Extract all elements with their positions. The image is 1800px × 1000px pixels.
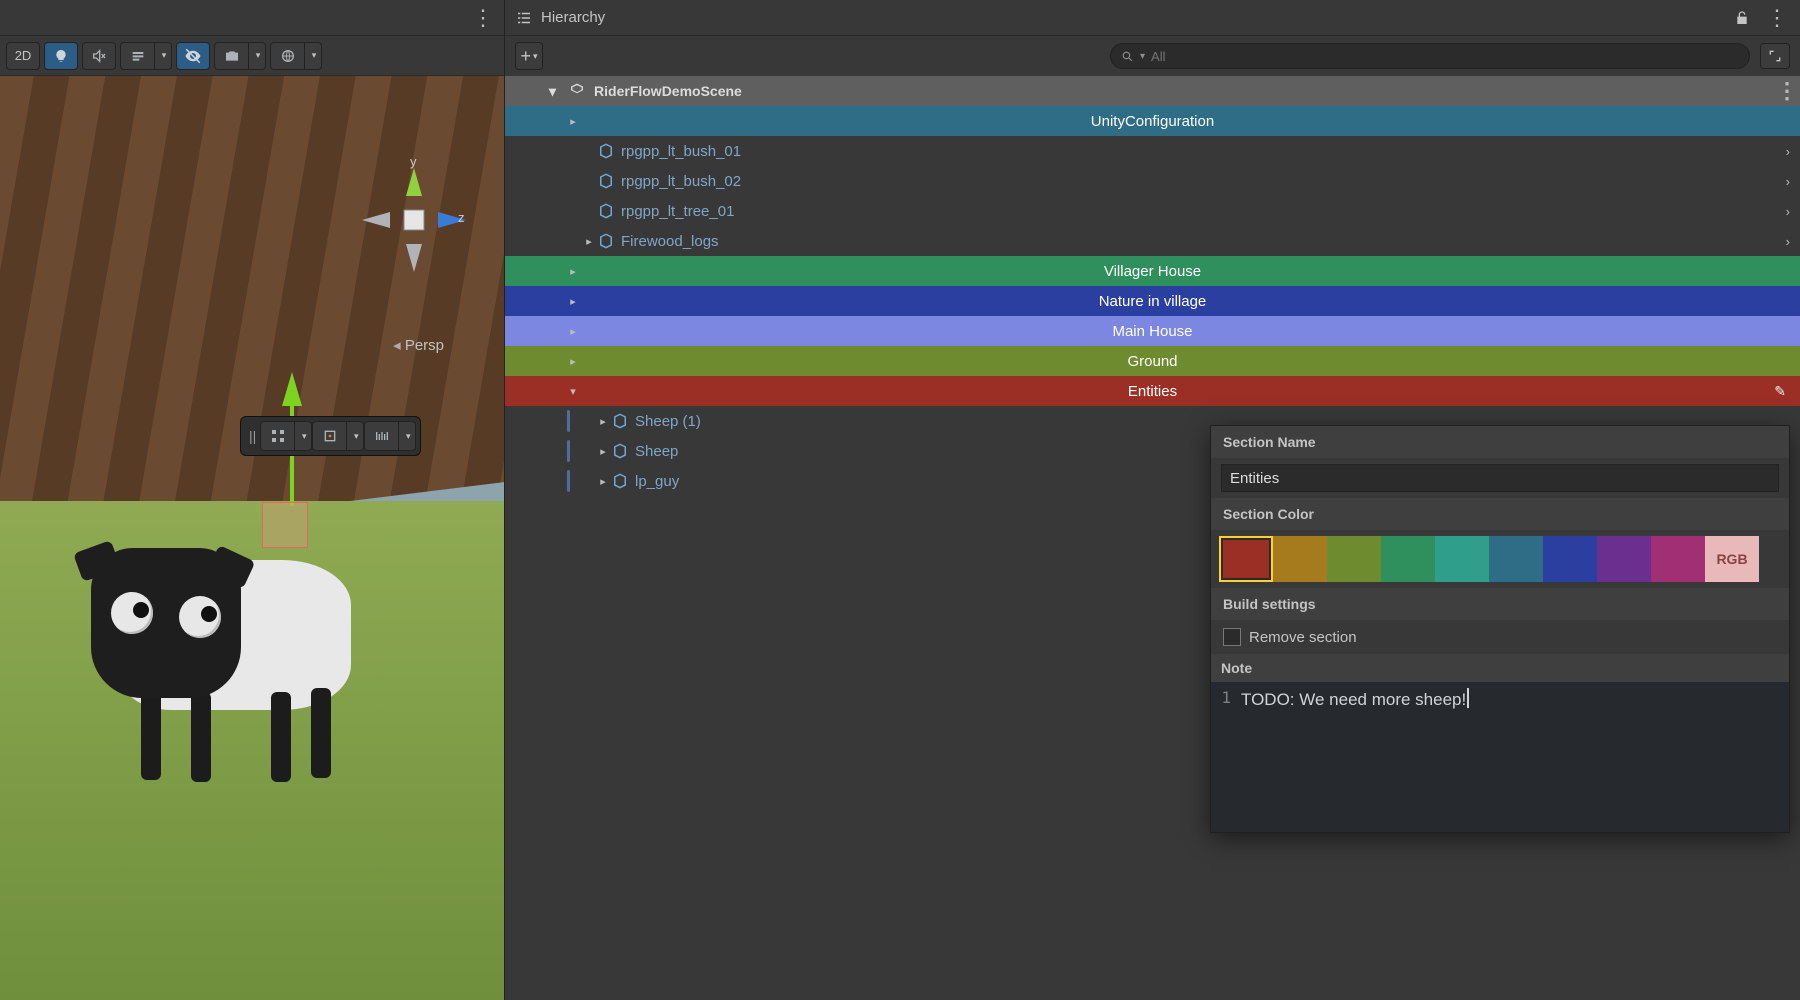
note-editor[interactable]: 1 TODO: We need more sheep! <box>1211 682 1789 832</box>
sheep-model <box>71 520 371 770</box>
globe-icon <box>280 48 296 64</box>
color-swatches: RGB <box>1211 530 1789 588</box>
color-swatch-rgb[interactable]: RGB <box>1705 536 1759 582</box>
section-villager-house[interactable]: ▸Villager House <box>505 256 1800 286</box>
chevron-right-icon[interactable]: › <box>1786 144 1790 159</box>
toggle-audio-button[interactable] <box>82 42 116 70</box>
axis-z-label: z <box>458 210 465 225</box>
item-label: Sheep <box>635 443 678 460</box>
item-label: rpgpp_lt_bush_01 <box>621 143 741 160</box>
note-line-number: 1 <box>1211 682 1237 832</box>
axis-y-label: y <box>410 154 417 169</box>
kebab-icon[interactable]: ⋮ <box>472 5 496 31</box>
remove-section-checkbox[interactable]: Remove section <box>1211 620 1789 654</box>
color-swatch[interactable] <box>1219 536 1273 582</box>
section-editor-popover: Section Name Section Color RGB Build set… <box>1210 425 1790 833</box>
expand-search-button[interactable] <box>1760 43 1790 69</box>
hierarchy-titlebar: Hierarchy ⋮ <box>505 0 1800 36</box>
hierarchy-item[interactable]: rpgpp_lt_bush_02 › <box>505 166 1800 196</box>
color-swatch[interactable] <box>1489 536 1543 582</box>
snap-dropdown[interactable] <box>346 421 364 451</box>
build-settings-label: Build settings <box>1211 588 1789 620</box>
remove-section-label: Remove section <box>1249 629 1357 646</box>
unity-icon <box>568 82 586 100</box>
color-swatch[interactable] <box>1327 536 1381 582</box>
item-label: Sheep (1) <box>635 413 701 430</box>
prefab-icon <box>597 142 615 160</box>
item-label: rpgpp_lt_bush_02 <box>621 173 741 190</box>
scene-view-pane: ⋮ 2D <box>0 0 505 1000</box>
orientation-gizmo[interactable]: y z <box>354 160 474 280</box>
grid-toggle-button[interactable] <box>260 421 294 451</box>
kebab-icon[interactable]: ⋮ <box>1766 5 1790 31</box>
chevron-right-icon[interactable]: › <box>1786 174 1790 189</box>
section-nature-in-village[interactable]: ▸Nature in village <box>505 286 1800 316</box>
hierarchy-icon <box>515 9 533 27</box>
scene-name: RiderFlowDemoScene <box>594 83 742 99</box>
toggle-2d-button[interactable]: 2D <box>6 42 40 70</box>
color-swatch[interactable] <box>1651 536 1705 582</box>
section-name-input[interactable] <box>1221 464 1779 492</box>
item-label: rpgpp_lt_tree_01 <box>621 203 734 220</box>
camera-icon <box>224 48 240 64</box>
scene-toolbar: 2D <box>0 36 504 76</box>
item-label: Firewood_logs <box>621 233 719 250</box>
section-entities[interactable]: ▾Entities✎ <box>505 376 1800 406</box>
color-swatch[interactable] <box>1273 536 1327 582</box>
prefab-icon <box>597 232 615 250</box>
camera-dropdown[interactable] <box>214 42 266 70</box>
fx-dropdown[interactable] <box>120 42 172 70</box>
prefab-icon <box>597 202 615 220</box>
audio-off-icon <box>91 48 107 64</box>
snap-toggle-button[interactable] <box>312 421 346 451</box>
section-color-label: Section Color <box>1211 498 1789 530</box>
grid-snap-toolbar: || <box>240 416 421 456</box>
section-name-label: Section Name <box>1211 426 1789 458</box>
eye-off-icon <box>184 47 202 65</box>
lightbulb-icon <box>53 48 69 64</box>
section-unityconfiguration[interactable]: ▸UnityConfiguration <box>505 106 1800 136</box>
prefab-icon <box>597 172 615 190</box>
toggle-visibility-button[interactable] <box>176 42 210 70</box>
item-label: lp_guy <box>635 473 679 490</box>
create-button[interactable]: +▾ <box>515 42 543 70</box>
hierarchy-item[interactable]: rpgpp_lt_bush_01 › <box>505 136 1800 166</box>
prefab-icon <box>611 472 629 490</box>
pencil-icon[interactable]: ✎ <box>1774 383 1786 400</box>
gizmos-dropdown[interactable] <box>270 42 322 70</box>
hierarchy-subbar: +▾ ▾ <box>505 36 1800 76</box>
section-ground[interactable]: ▸Ground <box>505 346 1800 376</box>
kebab-icon[interactable]: ⋮ <box>1776 78 1800 104</box>
increment-dropdown[interactable] <box>398 421 416 451</box>
scene-root-row[interactable]: ▾ RiderFlowDemoScene ⋮ <box>505 76 1800 106</box>
hierarchy-pane: Hierarchy ⋮ +▾ ▾ ▾ RiderFlowDemoScene <box>505 0 1800 1000</box>
color-swatch[interactable] <box>1435 536 1489 582</box>
hierarchy-item[interactable]: rpgpp_lt_tree_01 › <box>505 196 1800 226</box>
unlock-icon[interactable] <box>1734 10 1750 26</box>
color-swatch[interactable] <box>1597 536 1651 582</box>
search-input[interactable] <box>1151 49 1739 64</box>
toggle-lighting-button[interactable] <box>44 42 78 70</box>
prefab-icon <box>611 442 629 460</box>
chevron-right-icon[interactable]: › <box>1786 204 1790 219</box>
hierarchy-title: Hierarchy <box>541 9 605 26</box>
projection-label[interactable]: ◂ Persp <box>393 336 444 354</box>
prefab-icon <box>611 412 629 430</box>
note-text: TODO: We need more sheep! <box>1241 690 1466 709</box>
hierarchy-search[interactable]: ▾ <box>1110 43 1750 69</box>
note-label: Note <box>1211 654 1789 682</box>
color-swatch[interactable] <box>1543 536 1597 582</box>
expand-icon <box>1767 48 1783 64</box>
hierarchy-item[interactable]: ▸Firewood_logs› <box>505 226 1800 256</box>
scene-topbar: ⋮ <box>0 0 504 36</box>
search-icon <box>1121 50 1134 63</box>
color-swatch[interactable] <box>1381 536 1435 582</box>
increment-snap-button[interactable] <box>364 421 398 451</box>
grid-dropdown[interactable] <box>294 421 312 451</box>
scene-viewport[interactable]: y z ◂ Persp || <box>0 76 504 1000</box>
section-main-house[interactable]: ▸Main House <box>505 316 1800 346</box>
fx-icon <box>130 48 146 64</box>
chevron-right-icon[interactable]: › <box>1786 234 1790 249</box>
